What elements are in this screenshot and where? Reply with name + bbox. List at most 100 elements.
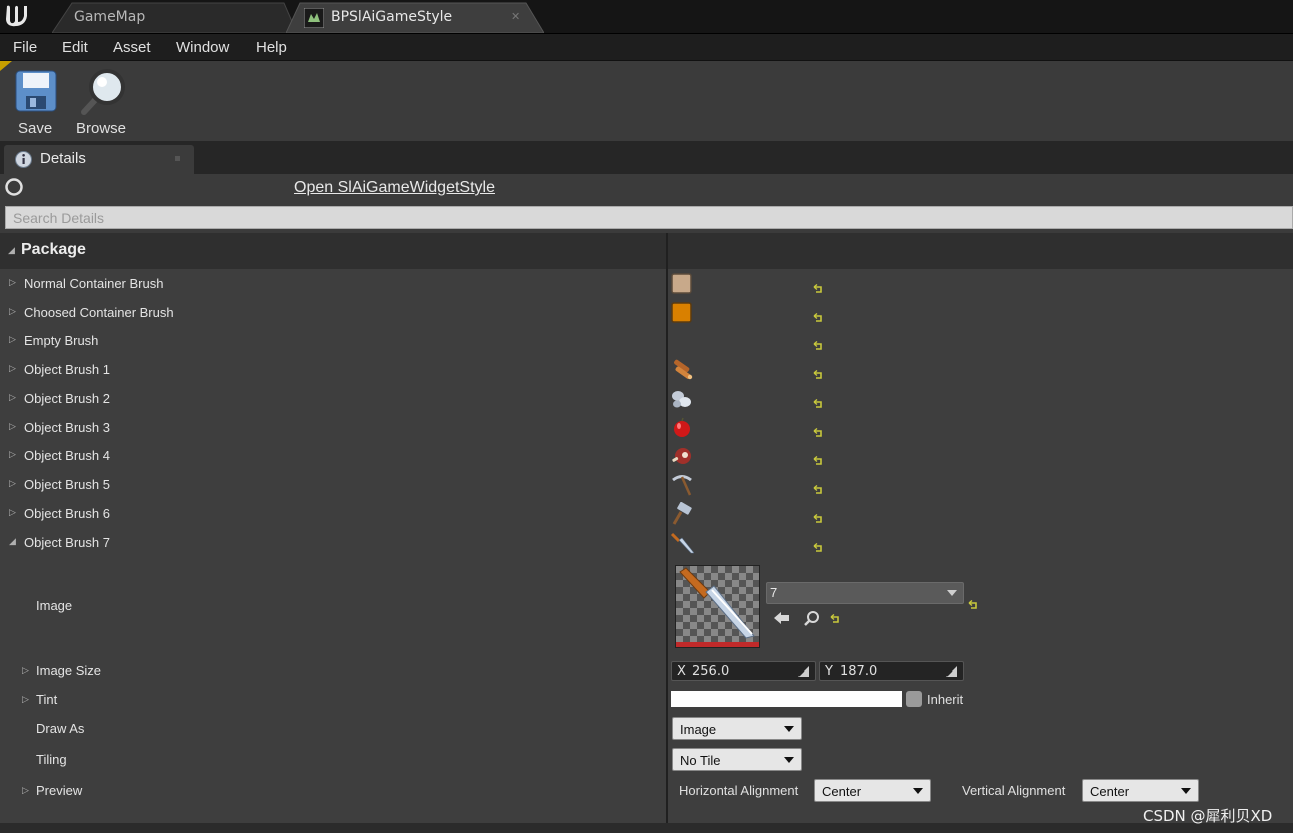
expand-triangle-icon[interactable]: ▷	[9, 450, 16, 460]
property-row[interactable]: ▷ Object Brush 6	[0, 499, 1293, 528]
property-row[interactable]: ◢ Object Brush 7	[0, 528, 1293, 557]
collapse-triangle-icon[interactable]: ◢	[9, 537, 16, 547]
reset-to-default-icon[interactable]	[813, 538, 823, 552]
reset-to-default-icon[interactable]	[968, 600, 978, 610]
x-axis-label: X	[677, 664, 686, 679]
reset-to-default-icon[interactable]	[813, 308, 823, 322]
vertical-alignment-label: Vertical Alignment	[962, 783, 1066, 798]
menu-asset[interactable]: Asset	[113, 39, 151, 56]
property-row[interactable]: ▷ Empty Brush	[0, 326, 1293, 355]
details-tab-strip: Details	[0, 141, 1293, 174]
menu-window[interactable]: Window	[176, 39, 229, 56]
apple-icon[interactable]	[670, 416, 694, 440]
expand-triangle-icon[interactable]: ▷	[9, 335, 16, 345]
toolbar: Save Browse	[0, 60, 1293, 141]
vertical-alignment-value: Center	[1090, 784, 1130, 799]
meat-icon[interactable]	[670, 444, 694, 468]
tiling-dropdown[interactable]: No Tile	[672, 748, 802, 771]
property-row-label: Object Brush 6	[24, 506, 110, 521]
image-size-y-field[interactable]: Y 187.0	[819, 661, 964, 681]
tab-close-icon[interactable]: ✕	[511, 10, 520, 23]
expand-triangle-icon[interactable]: ▷	[9, 393, 16, 403]
reset-to-default-icon[interactable]	[813, 394, 823, 408]
tint-color-swatch[interactable]	[671, 691, 902, 707]
tab-gamemap[interactable]: GameMap	[52, 2, 297, 33]
property-row[interactable]: ▷ Object Brush 5	[0, 470, 1293, 499]
chevron-down-icon	[947, 590, 957, 596]
property-row-label: Empty Brush	[24, 333, 99, 348]
tab-details[interactable]: Details	[4, 145, 194, 174]
property-row-label: Normal Container Brush	[24, 276, 164, 291]
property-row[interactable]: ▷ Normal Container Brush	[0, 269, 1293, 298]
image-size-x-field[interactable]: X 256.0	[671, 661, 816, 681]
chevron-down-icon	[784, 726, 794, 732]
container-normal-icon[interactable]	[670, 272, 694, 296]
ring-toggle-icon[interactable]	[4, 177, 24, 197]
browse-button[interactable]: Browse	[72, 65, 132, 137]
property-row[interactable]: ▷ Object Brush 4	[0, 441, 1293, 470]
property-row[interactable]: ▷ Object Brush 1	[0, 355, 1293, 384]
expand-triangle-icon[interactable]: ▷	[9, 479, 16, 489]
magnifier-icon	[81, 69, 125, 115]
tab-gamemap-label: GameMap	[74, 9, 146, 25]
thumbnail-asset-bar	[676, 642, 759, 647]
tab-bpslaigamestyle[interactable]: BPSlAiGameStyle ✕	[286, 2, 544, 33]
property-row[interactable]: ▷ Object Brush 3	[0, 413, 1293, 442]
reset-to-default-icon[interactable]	[813, 480, 823, 494]
open-asset-row: Open SlAiGameWidgetStyle	[0, 174, 1293, 204]
reset-to-default-icon[interactable]	[830, 614, 840, 624]
search-details-input[interactable]	[5, 206, 1293, 229]
inherit-checkbox[interactable]	[906, 691, 922, 707]
image-thumbnail[interactable]	[675, 565, 760, 648]
property-row[interactable]: ▷ Object Brush 2	[0, 384, 1293, 413]
browse-asset-icon[interactable]	[803, 610, 820, 627]
y-value: 187.0	[840, 664, 878, 679]
x-value: 256.0	[692, 664, 730, 679]
property-row-label: Object Brush 3	[24, 420, 110, 435]
property-row[interactable]: ▷ Choosed Container Brush	[0, 298, 1293, 327]
reset-to-default-icon[interactable]	[813, 451, 823, 465]
reset-to-default-icon[interactable]	[813, 279, 823, 293]
reset-to-default-icon[interactable]	[813, 365, 823, 379]
wood-logs-icon[interactable]	[670, 358, 694, 382]
knife-thumbnail-icon	[679, 567, 755, 639]
save-label: Save	[18, 120, 53, 137]
expand-triangle-icon[interactable]: ▷	[9, 364, 16, 374]
hammer-icon[interactable]	[670, 501, 694, 526]
expand-triangle-icon[interactable]: ▷	[22, 786, 29, 796]
draw-as-value: Image	[680, 722, 717, 737]
container-chosen-icon[interactable]	[670, 301, 694, 325]
expand-triangle-icon[interactable]: ▷	[9, 278, 16, 288]
save-button[interactable]: Save	[10, 65, 62, 137]
expand-triangle-icon[interactable]: ▷	[9, 422, 16, 432]
horizontal-alignment-dropdown[interactable]: Center	[814, 779, 931, 802]
reset-to-default-icon[interactable]	[813, 423, 823, 437]
category-header-package[interactable]: ◢ Package	[0, 233, 1293, 269]
reset-to-default-icon[interactable]	[813, 509, 823, 523]
y-axis-label: Y	[825, 664, 833, 679]
image-label: Image	[36, 598, 73, 613]
title-bar: GameMap BPSlAiGameStyle ✕	[0, 0, 1293, 33]
expand-triangle-icon[interactable]: ▷	[22, 695, 29, 705]
image-asset-value: 7	[770, 585, 778, 600]
expand-triangle-icon[interactable]: ▷	[9, 307, 16, 317]
panel-bottom-bar	[0, 823, 1293, 833]
vertical-alignment-dropdown[interactable]: Center	[1082, 779, 1199, 802]
menu-file[interactable]: File	[13, 39, 37, 56]
drag-handle-icon	[946, 666, 957, 677]
menu-edit[interactable]: Edit	[62, 39, 88, 56]
reset-to-default-icon[interactable]	[813, 336, 823, 350]
open-widget-style-link[interactable]: Open SlAiGameWidgetStyle	[294, 179, 495, 197]
tab-details-close-icon[interactable]	[175, 156, 180, 161]
draw-as-dropdown[interactable]: Image	[672, 717, 802, 740]
stones-icon[interactable]	[670, 387, 694, 411]
use-selected-arrow-icon[interactable]	[773, 610, 790, 626]
expand-triangle-icon[interactable]: ▷	[9, 508, 16, 518]
menu-help[interactable]: Help	[256, 39, 287, 56]
pickaxe-icon[interactable]	[670, 473, 694, 497]
save-disk-icon	[15, 70, 57, 112]
image-asset-combo[interactable]: 7	[766, 582, 964, 604]
expand-triangle-icon[interactable]: ▷	[22, 666, 29, 676]
tab-details-label: Details	[40, 150, 86, 167]
knife-icon[interactable]	[670, 531, 695, 555]
